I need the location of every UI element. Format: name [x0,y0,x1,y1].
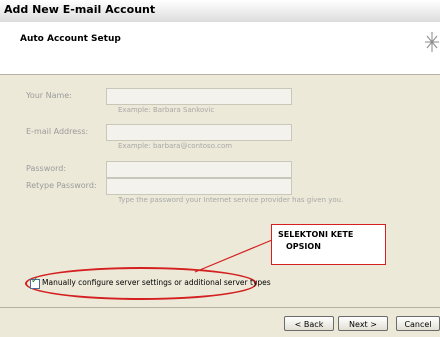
sparkle-icon [425,32,439,52]
button-bar: < Back Next > Cancel [0,307,440,337]
back-button[interactable]: < Back [284,316,334,331]
email-field[interactable] [106,124,292,141]
header-panel: Auto Account Setup [0,22,440,75]
callout-line2: OPSION [286,242,321,251]
next-button[interactable]: Next > [338,316,388,331]
title-bar: Add New E-mail Account [0,0,440,23]
name-label: Your Name: [26,91,72,100]
password-field[interactable] [106,161,292,178]
name-field[interactable] [106,88,292,105]
email-label: E-mail Address: [26,127,89,136]
password-label: Password: [26,164,67,173]
page-title: Auto Account Setup [20,34,121,44]
manual-config-label[interactable]: Manually configure server settings or ad… [42,278,271,287]
cancel-button[interactable]: Cancel [396,316,440,331]
annotation-callout: SELEKTONI KETE OPSION [271,224,386,265]
retype-password-field[interactable] [106,178,292,195]
email-hint: Example: barbara@contoso.com [118,142,233,150]
window-title: Add New E-mail Account [4,3,156,16]
retype-password-label: Retype Password: [26,181,97,190]
password-hint: Type the password your Internet service … [118,196,344,204]
callout-line1: SELEKTONI KETE [278,230,354,239]
form-body [0,75,440,336]
manual-config-checkbox[interactable] [30,276,40,289]
name-hint: Example: Barbara Sankovic [118,106,215,114]
